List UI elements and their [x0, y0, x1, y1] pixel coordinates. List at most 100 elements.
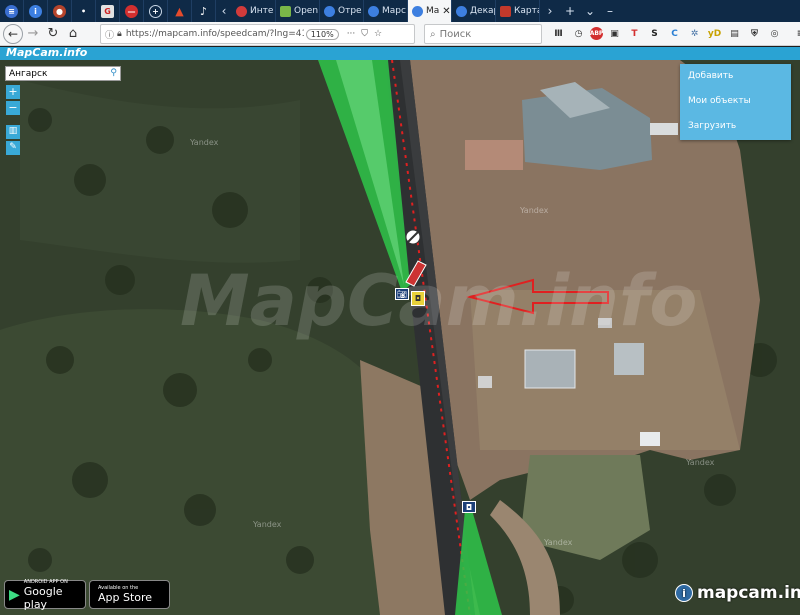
browser-toolbar: Ⅲ ◷ ABP ▣ T S C ✲ yD ▤ ⛨ ◎ ≡ [550, 25, 800, 42]
map-view[interactable]: Yandex Yandex Yandex Yandex Yandex MapCa… [0, 60, 800, 615]
zoom-in-button[interactable]: + [6, 85, 20, 99]
pinned-tab-info[interactable]: i [24, 0, 48, 22]
tab-otre[interactable]: Отре [320, 0, 364, 22]
s-extension-icon[interactable]: S [646, 25, 663, 42]
yandex-label: Yandex [253, 520, 282, 529]
tab-label: Отре [338, 6, 362, 16]
tab-label: Марс [382, 6, 406, 16]
city-search-value: Ангарск [9, 68, 48, 79]
home-button[interactable]: ⌂ [63, 24, 83, 44]
tab-label: Карта [514, 6, 540, 16]
map-icon [500, 5, 511, 17]
info-icon: i [675, 584, 693, 602]
navigation-bar: ← → ↻ ⌂ ⓘ 🔒︎ https://mapcam.info/speedca… [0, 22, 800, 46]
menu-item-my-objects[interactable]: Мои объекты [680, 89, 791, 114]
tab-mars[interactable]: Марс [364, 0, 408, 22]
sync-icon[interactable]: C [666, 25, 683, 42]
search-icon: ⌕ [430, 28, 436, 40]
new-tab-icon[interactable]: + [560, 4, 580, 18]
stack-icon: ≡ [5, 4, 18, 18]
yandex-disk-icon[interactable]: yD [706, 25, 723, 42]
back-button[interactable]: ← [3, 23, 23, 44]
site-watermark-text: mapcam.info [697, 583, 800, 603]
minimize-icon[interactable]: – [600, 4, 620, 18]
browser-tab-bar: ≡ i ● • G — + ▲ ♪ ‹ Инте Open Отре Марс … [0, 0, 800, 22]
info-icon: i [29, 4, 42, 18]
shield-icon[interactable]: ⛨ [746, 25, 763, 42]
translate-icon: G [101, 4, 114, 18]
site-watermark: i mapcam.info [675, 583, 800, 603]
lock-icon: 🔒︎ [117, 29, 122, 39]
reader-icon[interactable]: ▣ [606, 25, 623, 42]
close-tab-icon[interactable]: ✕ [442, 6, 450, 17]
pencil-icon[interactable]: ✎ [6, 141, 20, 155]
tab-internet[interactable]: Инте [232, 0, 276, 22]
speed-camera-marker[interactable]: ◘ [462, 501, 476, 513]
action-menu: Добавить Мои объекты Загрузить [680, 64, 791, 140]
url-text[interactable]: https://mapcam.info/speedcam/?lng=41.349… [126, 29, 304, 39]
pinned-tab-roadsign[interactable]: ▲ [168, 0, 192, 22]
site-logo[interactable]: MapCam.info [6, 46, 87, 59]
library-icon[interactable]: Ⅲ [550, 25, 567, 42]
tab-label: Ma [426, 6, 440, 16]
menu-item-upload[interactable]: Загрузить [680, 114, 791, 139]
search-placeholder: Поиск [439, 28, 472, 40]
tabs-scroll-left-icon[interactable]: ‹ [216, 4, 232, 18]
pinned-tab-translate[interactable]: G [96, 0, 120, 22]
pinned-tab-noentry[interactable]: — [120, 0, 144, 22]
bookmark-icon[interactable]: ▤ [726, 25, 743, 42]
info-icon [456, 5, 467, 17]
tab-mapcam-active[interactable]: Ma ✕ [408, 0, 452, 22]
pinned-tab-emblem[interactable]: ● [48, 0, 72, 22]
site-header: MapCam.info [0, 46, 800, 60]
map-icon [280, 5, 291, 17]
zoom-level[interactable]: 110% [305, 28, 339, 40]
info-icon [412, 5, 423, 17]
site-info-icon[interactable]: ⓘ [105, 28, 114, 41]
road-sign-icon: ▲ [175, 4, 184, 18]
adblock-icon[interactable]: ABP [590, 27, 603, 40]
city-search-input[interactable]: Ангарск ⚲ [5, 66, 121, 81]
pocket-icon[interactable]: ⛉ [361, 29, 368, 39]
controls-gap [6, 117, 20, 123]
yandex-label: Yandex [520, 206, 549, 215]
search-input[interactable]: ⌕ Поиск [424, 24, 542, 44]
app-store-badge[interactable]: Available on the App Store [89, 580, 170, 609]
bookmark-star-icon[interactable]: ☆ [374, 29, 382, 39]
tab-open[interactable]: Open [276, 0, 320, 22]
menu-icon[interactable]: ≡ [792, 25, 800, 42]
emblem-icon: ● [53, 4, 66, 18]
tab-label: Декар [470, 6, 495, 16]
menu-item-add[interactable]: Добавить [680, 64, 791, 89]
tabs-scroll-right-icon[interactable]: › [540, 4, 560, 18]
search-icon[interactable]: ⚲ [110, 68, 117, 78]
forward-button[interactable]: → [23, 24, 43, 44]
reload-button[interactable]: ↻ [43, 24, 63, 44]
google-play-badge[interactable]: ▶ ANDROID APP ON Google play [4, 579, 86, 611]
google-play-text: ANDROID APP ON Google play [24, 579, 81, 611]
tab-karta[interactable]: Карта [496, 0, 540, 22]
pinned-tab-music[interactable]: ♪ [192, 0, 216, 22]
tab-list-icon[interactable]: ⌄ [580, 4, 600, 18]
map-controls: + − ▥ ✎ [6, 85, 20, 157]
google-play-big-label: Google play [23, 584, 63, 611]
dot-icon: • [80, 6, 87, 16]
pinned-tab-stack[interactable]: ≡ [0, 0, 24, 22]
page-actions-icon[interactable]: ··· [347, 29, 356, 39]
layers-icon[interactable]: ▥ [6, 125, 20, 139]
history-icon[interactable]: ◷ [570, 25, 587, 42]
t-extension-icon[interactable]: T [626, 25, 643, 42]
yandex-label: Yandex [190, 138, 219, 147]
info-icon [368, 5, 379, 17]
account-icon[interactable]: ◎ [766, 25, 783, 42]
address-bar[interactable]: ⓘ 🔒︎ https://mapcam.info/speedcam/?lng=4… [100, 24, 415, 44]
pinned-tab-globe[interactable]: + [144, 0, 168, 22]
pinned-tab-dot[interactable]: • [72, 0, 96, 22]
camera-marker-yellow[interactable]: ◘ [411, 291, 425, 306]
zoom-out-button[interactable]: − [6, 101, 20, 115]
speed-camera-marker[interactable]: 📷︎ [395, 288, 409, 300]
map-watermark: MapCam.info [180, 260, 698, 342]
vk-icon[interactable]: ✲ [686, 25, 703, 42]
info-icon [324, 5, 335, 17]
tab-dekar[interactable]: Декар [452, 0, 496, 22]
